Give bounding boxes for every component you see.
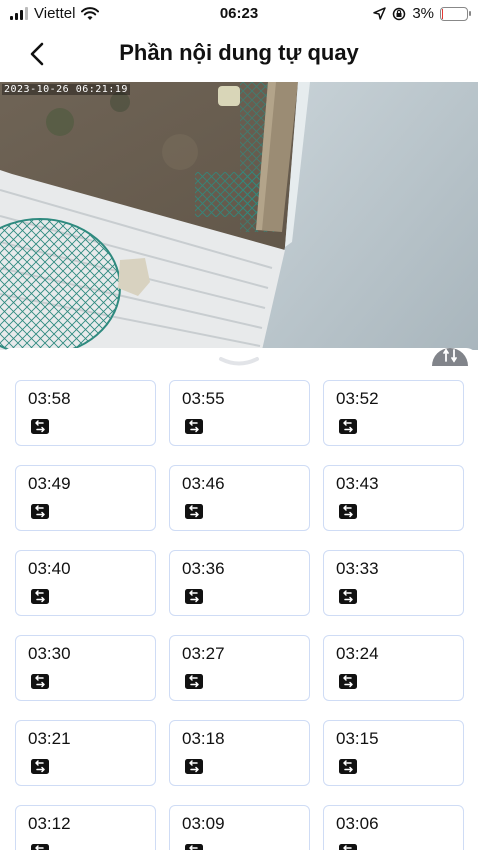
swap-arrows-icon — [185, 844, 203, 850]
recording-time: 03:27 — [182, 644, 225, 663]
swap-arrows-icon — [339, 419, 357, 434]
swap-arrows-icon — [185, 419, 203, 434]
recording-card[interactable]: 03:40 — [15, 550, 156, 616]
swap-arrows-icon — [185, 674, 203, 689]
recordings-panel: 03:58 03:55 03:52 03:49 03:46 03:43 03:40 03:36… — [0, 348, 478, 850]
swap-arrows-icon — [339, 844, 357, 850]
recording-time: 03:36 — [182, 559, 225, 578]
recording-time: 03:46 — [182, 474, 225, 493]
swap-arrows-icon — [31, 504, 49, 519]
recording-time: 03:18 — [182, 729, 225, 748]
video-player[interactable]: 2023-10-26 06:21:19 — [0, 82, 478, 350]
recording-time: 03:33 — [336, 559, 379, 578]
swap-arrows-icon — [339, 674, 357, 689]
recording-time: 03:55 — [182, 389, 225, 408]
recording-card[interactable]: 03:21 — [15, 720, 156, 786]
recording-card[interactable]: 03:46 — [169, 465, 310, 531]
swap-arrows-icon — [185, 504, 203, 519]
recording-card[interactable]: 03:18 — [169, 720, 310, 786]
recording-card[interactable]: 03:09 — [169, 805, 310, 850]
recording-time: 03:21 — [28, 729, 71, 748]
orientation-lock-icon — [393, 7, 406, 20]
recording-card[interactable]: 03:49 — [15, 465, 156, 531]
recording-card[interactable]: 03:58 — [15, 380, 156, 446]
swap-arrows-icon — [185, 759, 203, 774]
chevron-down-icon — [219, 357, 259, 366]
recording-time: 03:52 — [336, 389, 379, 408]
recording-card[interactable]: 03:27 — [169, 635, 310, 701]
recording-time: 03:30 — [28, 644, 71, 663]
recording-card[interactable]: 03:15 — [323, 720, 464, 786]
recording-time: 03:24 — [336, 644, 379, 663]
swap-arrows-icon — [185, 589, 203, 604]
recording-card[interactable]: 03:24 — [323, 635, 464, 701]
swap-arrows-icon — [339, 504, 357, 519]
status-bar: Viettel 06:23 3% — [0, 0, 478, 28]
recording-card[interactable]: 03:06 — [323, 805, 464, 850]
recording-time: 03:40 — [28, 559, 71, 578]
recording-time: 03:58 — [28, 389, 71, 408]
recording-time: 03:43 — [336, 474, 379, 493]
recording-time: 03:09 — [182, 814, 225, 833]
recording-card[interactable]: 03:30 — [15, 635, 156, 701]
recordings-grid: 03:58 03:55 03:52 03:49 03:46 03:43 03:40 03:36… — [15, 380, 464, 850]
collapse-handle[interactable] — [217, 356, 261, 370]
recording-card[interactable]: 03:43 — [323, 465, 464, 531]
recording-card[interactable]: 03:12 — [15, 805, 156, 850]
recording-card[interactable]: 03:52 — [323, 380, 464, 446]
recording-card[interactable]: 03:33 — [323, 550, 464, 616]
swap-arrows-icon — [339, 589, 357, 604]
swap-arrows-icon — [31, 419, 49, 434]
swap-arrows-icon — [31, 844, 49, 850]
video-timestamp: 2023-10-26 06:21:19 — [2, 84, 130, 95]
recording-card[interactable]: 03:55 — [169, 380, 310, 446]
location-arrow-icon — [373, 7, 387, 20]
swap-arrows-icon — [339, 759, 357, 774]
swap-arrows-icon — [31, 589, 49, 604]
battery-percent: 3% — [412, 5, 434, 22]
swap-arrows-icon — [31, 674, 49, 689]
recording-card[interactable]: 03:36 — [169, 550, 310, 616]
swap-arrows-icon — [31, 759, 49, 774]
page-title: Phần nội dung tự quay — [119, 40, 359, 65]
recording-time: 03:49 — [28, 474, 71, 493]
status-right: 3% — [373, 5, 471, 22]
recording-time: 03:12 — [28, 814, 71, 833]
pip-button[interactable] — [432, 336, 468, 366]
header: Phần nội dung tự quay — [0, 30, 478, 78]
battery-icon — [440, 6, 471, 21]
camera-frame-image — [0, 82, 478, 350]
recording-time: 03:15 — [336, 729, 379, 748]
recording-time: 03:06 — [336, 814, 379, 833]
